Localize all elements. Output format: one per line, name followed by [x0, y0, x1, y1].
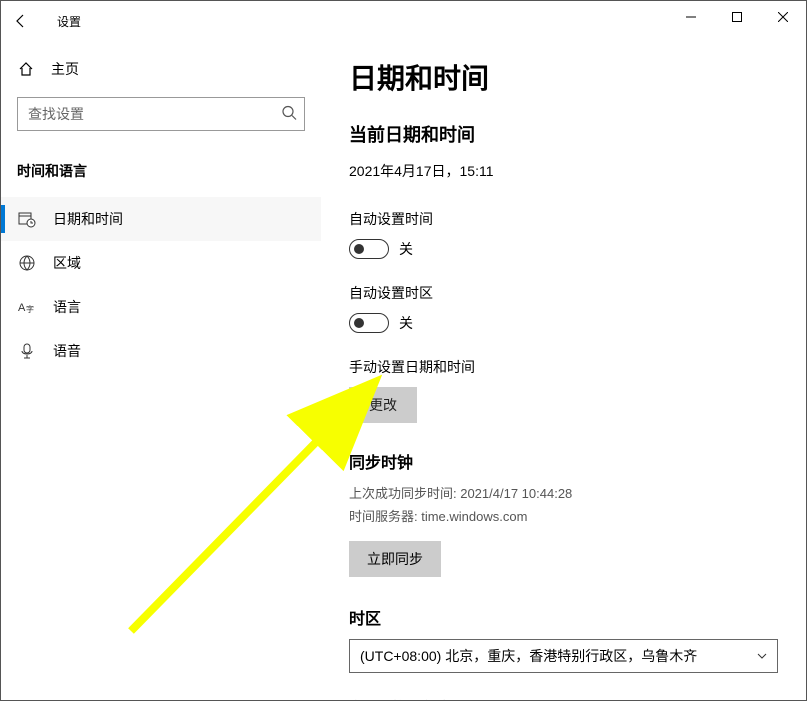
- home-icon: [17, 61, 35, 77]
- auto-timezone-label: 自动设置时区: [349, 283, 778, 303]
- search-input[interactable]: [17, 97, 305, 131]
- main-content: 日期和时间 当前日期和时间 2021年4月17日，15:11 自动设置时间 关 …: [321, 41, 806, 700]
- dst-label: 自动调整夏令时: [349, 697, 778, 700]
- sidebar-item-label: 语言: [53, 297, 81, 317]
- auto-timezone-state: 关: [399, 313, 413, 333]
- auto-time-toggle[interactable]: [349, 239, 389, 259]
- sidebar-item-region[interactable]: 区域: [1, 241, 321, 285]
- close-button[interactable]: [760, 1, 806, 33]
- sync-server: 时间服务器: time.windows.com: [349, 506, 778, 525]
- sidebar-item-speech[interactable]: 语音: [1, 329, 321, 373]
- timezone-value: (UTC+08:00) 北京，重庆，香港特别行政区，乌鲁木齐: [360, 646, 697, 666]
- sync-clock-heading: 同步时钟: [349, 449, 778, 473]
- page-title: 日期和时间: [349, 57, 778, 97]
- sidebar-item-label: 区域: [53, 253, 81, 273]
- calendar-clock-icon: [17, 210, 37, 228]
- back-button[interactable]: [1, 1, 41, 41]
- auto-time-label: 自动设置时间: [349, 209, 778, 229]
- chevron-down-icon: [757, 648, 767, 664]
- window-title: 设置: [57, 13, 81, 30]
- minimize-button[interactable]: [668, 1, 714, 33]
- sidebar-item-language[interactable]: A字 语言: [1, 285, 321, 329]
- timezone-label: 时区: [349, 605, 778, 629]
- maximize-button[interactable]: [714, 1, 760, 33]
- current-datetime-value: 2021年4月17日，15:11: [349, 161, 778, 181]
- sidebar-item-date-time[interactable]: 日期和时间: [1, 197, 321, 241]
- svg-text:A: A: [18, 302, 26, 314]
- home-button[interactable]: 主页: [1, 49, 321, 89]
- sidebar-item-label: 语音: [53, 341, 81, 361]
- globe-icon: [17, 254, 37, 272]
- sidebar-item-label: 日期和时间: [53, 209, 123, 229]
- sync-last-time: 上次成功同步时间: 2021/4/17 10:44:28: [349, 483, 778, 502]
- language-icon: A字: [17, 298, 37, 316]
- timezone-select[interactable]: (UTC+08:00) 北京，重庆，香港特别行政区，乌鲁木齐: [349, 639, 778, 673]
- category-heading: 时间和语言: [1, 147, 321, 197]
- manual-set-label: 手动设置日期和时间: [349, 357, 778, 377]
- change-button[interactable]: 更改: [349, 387, 417, 423]
- auto-timezone-toggle[interactable]: [349, 313, 389, 333]
- sync-now-button[interactable]: 立即同步: [349, 541, 441, 577]
- microphone-icon: [17, 342, 37, 360]
- current-datetime-heading: 当前日期和时间: [349, 121, 778, 147]
- search-icon: [281, 105, 297, 124]
- sidebar: 主页 时间和语言 日期和时间 区域 A字 语言: [1, 41, 321, 700]
- auto-time-state: 关: [399, 239, 413, 259]
- svg-text:字: 字: [26, 304, 34, 314]
- home-label: 主页: [51, 59, 79, 79]
